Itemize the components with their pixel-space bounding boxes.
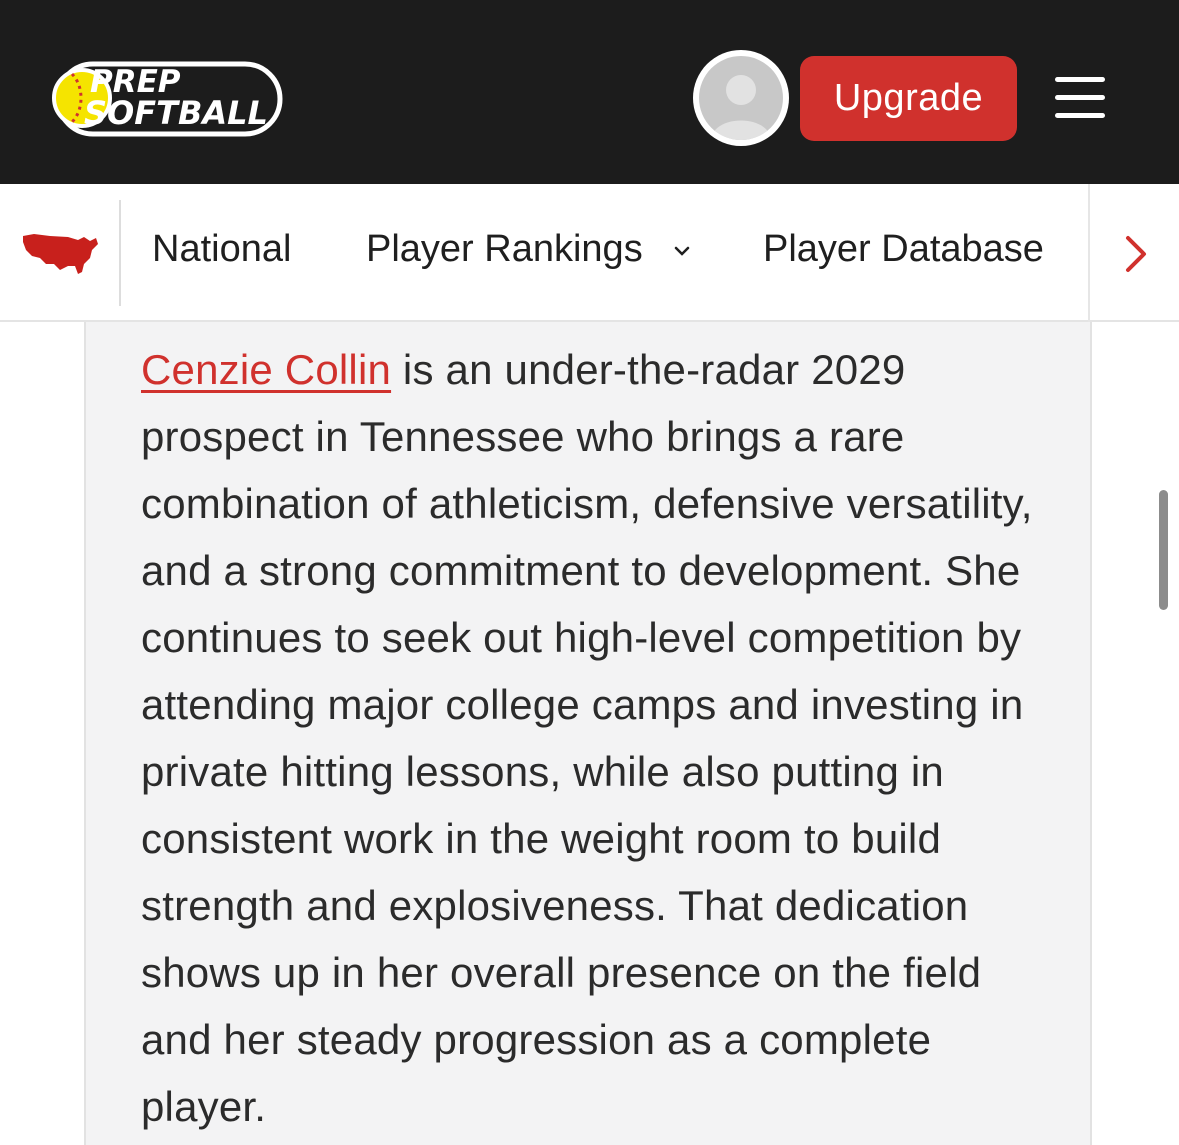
nav-item-player-rankings[interactable]: Player Rankings	[366, 228, 643, 271]
scrollbar[interactable]	[1159, 490, 1168, 610]
nav-item-national[interactable]: National	[152, 228, 291, 271]
bio-text: is an under-the-radar 2029 prospect in T…	[141, 346, 1033, 1130]
upgrade-button[interactable]: Upgrade	[800, 56, 1017, 141]
top-header: PREP SOFTBALL Upgrade	[0, 0, 1179, 184]
player-bio: Cenzie Collin is an under-the-radar 2029…	[141, 336, 1041, 1140]
logo-word-softball: SOFTBALL	[84, 94, 268, 132]
usa-map-icon[interactable]	[20, 228, 100, 276]
hamburger-menu-icon[interactable]	[1055, 77, 1107, 119]
nav-divider	[119, 200, 121, 306]
player-name-link[interactable]: Cenzie Collin	[141, 346, 391, 393]
prep-softball-logo[interactable]: PREP SOFTBALL	[44, 58, 284, 140]
chevron-right-icon[interactable]	[1118, 234, 1150, 274]
nav-item-player-database[interactable]: Player Database	[763, 228, 1044, 271]
section-nav: National Player Rankings Player Database	[0, 184, 1179, 322]
user-avatar[interactable]	[693, 50, 789, 146]
chevron-down-icon[interactable]	[672, 244, 692, 260]
nav-divider-right	[1088, 184, 1090, 322]
avatar-placeholder-icon	[699, 56, 783, 140]
